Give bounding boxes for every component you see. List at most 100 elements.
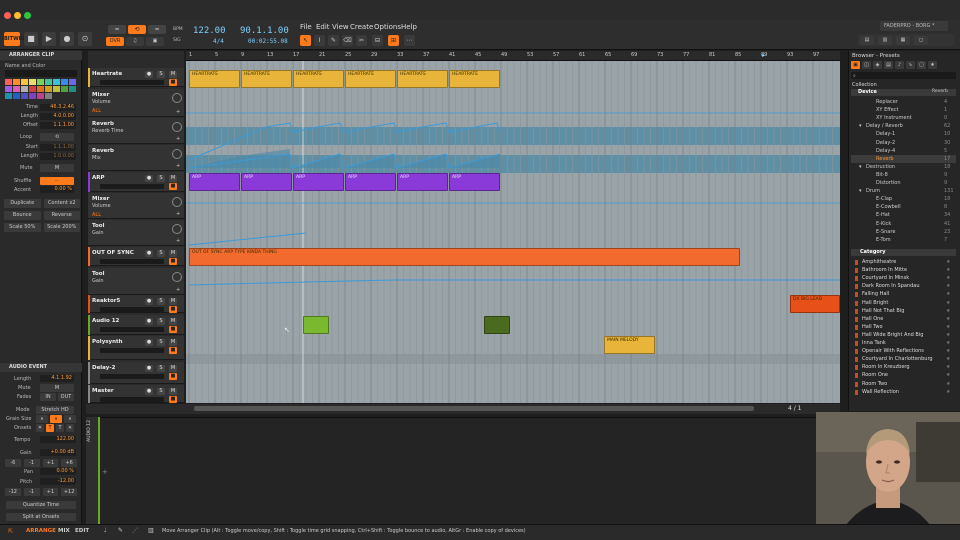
out-of-sync-clip[interactable]: OUT OF SYNC ARP TYPE KINDA THING (189, 248, 740, 266)
grain-small-button[interactable]: ∧ (36, 415, 48, 423)
favorite-star-icon[interactable]: ★ (946, 316, 950, 322)
solo-button[interactable]: S (157, 250, 165, 257)
color-swatch[interactable] (13, 86, 20, 92)
color-swatch[interactable] (53, 79, 60, 85)
category-item[interactable]: Openair With Reflections (862, 348, 924, 354)
solo-button[interactable]: S (157, 388, 165, 395)
record-arm-button[interactable]: ■ (169, 258, 177, 265)
tab-arrange[interactable]: ARRANGE (26, 528, 56, 534)
clip-action-button[interactable]: Scale 200% (43, 223, 80, 232)
folder-chevron-icon[interactable]: ▾ (859, 188, 862, 194)
add-automation-icon[interactable]: + (176, 163, 180, 169)
device-filter[interactable]: Reverb (932, 89, 948, 94)
arp-clip[interactable]: ARP (293, 173, 344, 191)
automation-record-icon[interactable]: ⊙ (78, 32, 92, 46)
track-name[interactable]: Mixer (92, 196, 109, 202)
volume-meter[interactable] (100, 397, 164, 402)
device-item[interactable]: Delay / Reverb (866, 123, 903, 129)
tempo-display[interactable]: 122.00 (193, 26, 226, 36)
field-value[interactable]: 1.1.1.00 (40, 122, 76, 129)
favorite-star-icon[interactable]: ★ (946, 300, 950, 306)
position-display[interactable]: 90.1.1.00 (240, 26, 289, 36)
accent-value[interactable]: 0.00 % (40, 186, 74, 193)
color-swatch[interactable] (21, 86, 28, 92)
settings-button[interactable]: ▣ (146, 37, 164, 46)
automation-icon[interactable]: ⋰ (132, 527, 138, 534)
track-power-icon[interactable]: ● (145, 250, 153, 257)
loop-button[interactable]: ⟲ (128, 25, 146, 34)
heartrate-clip[interactable]: HEARTRATE (189, 70, 240, 88)
record-arm-button[interactable]: ■ (169, 79, 177, 86)
signature-display[interactable]: 4/4 (213, 38, 224, 45)
shuffle-toggle[interactable]: ⋯ (40, 177, 74, 185)
device-item[interactable]: E-Snare (876, 229, 895, 235)
track-power-icon[interactable]: ● (145, 71, 153, 78)
category-item[interactable]: Dark Room In Spandau (862, 283, 920, 289)
clip-name-field[interactable] (5, 70, 77, 77)
loop-toggle[interactable]: ⟲ (40, 133, 74, 141)
ae-length-value[interactable]: 4.1.1.92 (40, 375, 74, 382)
color-swatch[interactable] (13, 93, 20, 99)
color-swatch[interactable] (37, 93, 44, 99)
browser-tab-favorites-icon[interactable]: ★ (928, 61, 937, 69)
category-item[interactable]: Amphitheatre (862, 259, 896, 265)
mute-button[interactable]: M (169, 250, 177, 257)
track-name[interactable]: Tool (92, 271, 104, 277)
solo-button[interactable]: S (157, 318, 165, 325)
play-position-marker-icon[interactable]: ▸ (762, 52, 765, 59)
track-name[interactable]: Reaktor5 (92, 298, 120, 304)
category-item[interactable]: Room Two (862, 381, 887, 387)
toggle-inspector-icon[interactable]: ⇱ (8, 528, 13, 535)
category-item[interactable]: Courtyard In Minsk (862, 275, 909, 281)
menu-create[interactable]: Create (350, 23, 373, 31)
color-swatch[interactable] (5, 79, 12, 85)
automation-knob[interactable] (172, 197, 182, 207)
device-item[interactable]: Replacer (876, 99, 898, 105)
browser-tab-files-icon[interactable]: ▢ (917, 61, 926, 69)
gain-step-button[interactable]: -6 (5, 459, 21, 467)
grid-icon[interactable]: ⊞ (388, 35, 399, 46)
dx-big-lead-clip[interactable]: DX BIG LEAD (790, 295, 840, 313)
volume-meter[interactable] (100, 348, 164, 353)
category-item[interactable]: Falling Hall (862, 291, 889, 297)
arp-clip[interactable]: ARP (241, 173, 292, 191)
color-swatch[interactable] (13, 79, 20, 85)
track-name[interactable]: Heartrate (92, 71, 122, 77)
add-icon[interactable]: + (102, 468, 108, 476)
favorite-star-icon[interactable]: ★ (946, 364, 950, 370)
automation-knob[interactable] (172, 149, 182, 159)
favorite-star-icon[interactable]: ★ (946, 356, 950, 362)
favorite-star-icon[interactable]: ★ (946, 324, 950, 330)
record-arm-button[interactable]: ■ (169, 306, 177, 313)
grid-and-automation[interactable] (186, 61, 840, 403)
volume-meter[interactable] (100, 374, 164, 379)
browser-tab-modulators-icon[interactable]: ◈ (873, 61, 882, 69)
favorite-star-icon[interactable]: ★ (946, 332, 950, 338)
gain-step-button[interactable]: +6 (61, 459, 77, 467)
favorite-star-icon[interactable]: ★ (946, 275, 950, 281)
category-item[interactable]: Hall Wide Bright And Big (862, 332, 923, 338)
track-name[interactable]: Reverb (92, 121, 114, 127)
device-item[interactable]: Delay-1 (876, 131, 895, 137)
time-select-tool-icon[interactable]: I (314, 35, 325, 46)
mute-button[interactable]: M (169, 388, 177, 395)
add-automation-icon[interactable]: + (176, 136, 180, 142)
record-icon[interactable]: ● (60, 32, 74, 46)
onsets-set-icon[interactable]: T (46, 424, 54, 432)
zoom-window-button[interactable] (24, 12, 31, 19)
solo-button[interactable]: S (157, 339, 165, 346)
favorite-star-icon[interactable]: ★ (946, 291, 950, 297)
device-item[interactable]: Bit-8 (876, 172, 888, 178)
arp-clip[interactable]: ARP (189, 173, 240, 191)
fade-in-button[interactable]: IN (40, 393, 56, 401)
track-power-icon[interactable]: ● (145, 388, 153, 395)
solo-button[interactable]: S (157, 71, 165, 78)
arp-clip[interactable]: ARP (397, 173, 448, 191)
metronome-button[interactable]: ♫ (126, 37, 144, 46)
field-value[interactable]: 46.3.2.46 (40, 104, 76, 111)
follow-button[interactable]: ≈ (108, 25, 126, 34)
track-name[interactable]: Polysynth (92, 339, 123, 345)
color-swatch[interactable] (21, 93, 28, 99)
quantize-time-button[interactable]: Quantize Time (6, 501, 76, 509)
add-automation-icon[interactable]: + (176, 287, 180, 293)
